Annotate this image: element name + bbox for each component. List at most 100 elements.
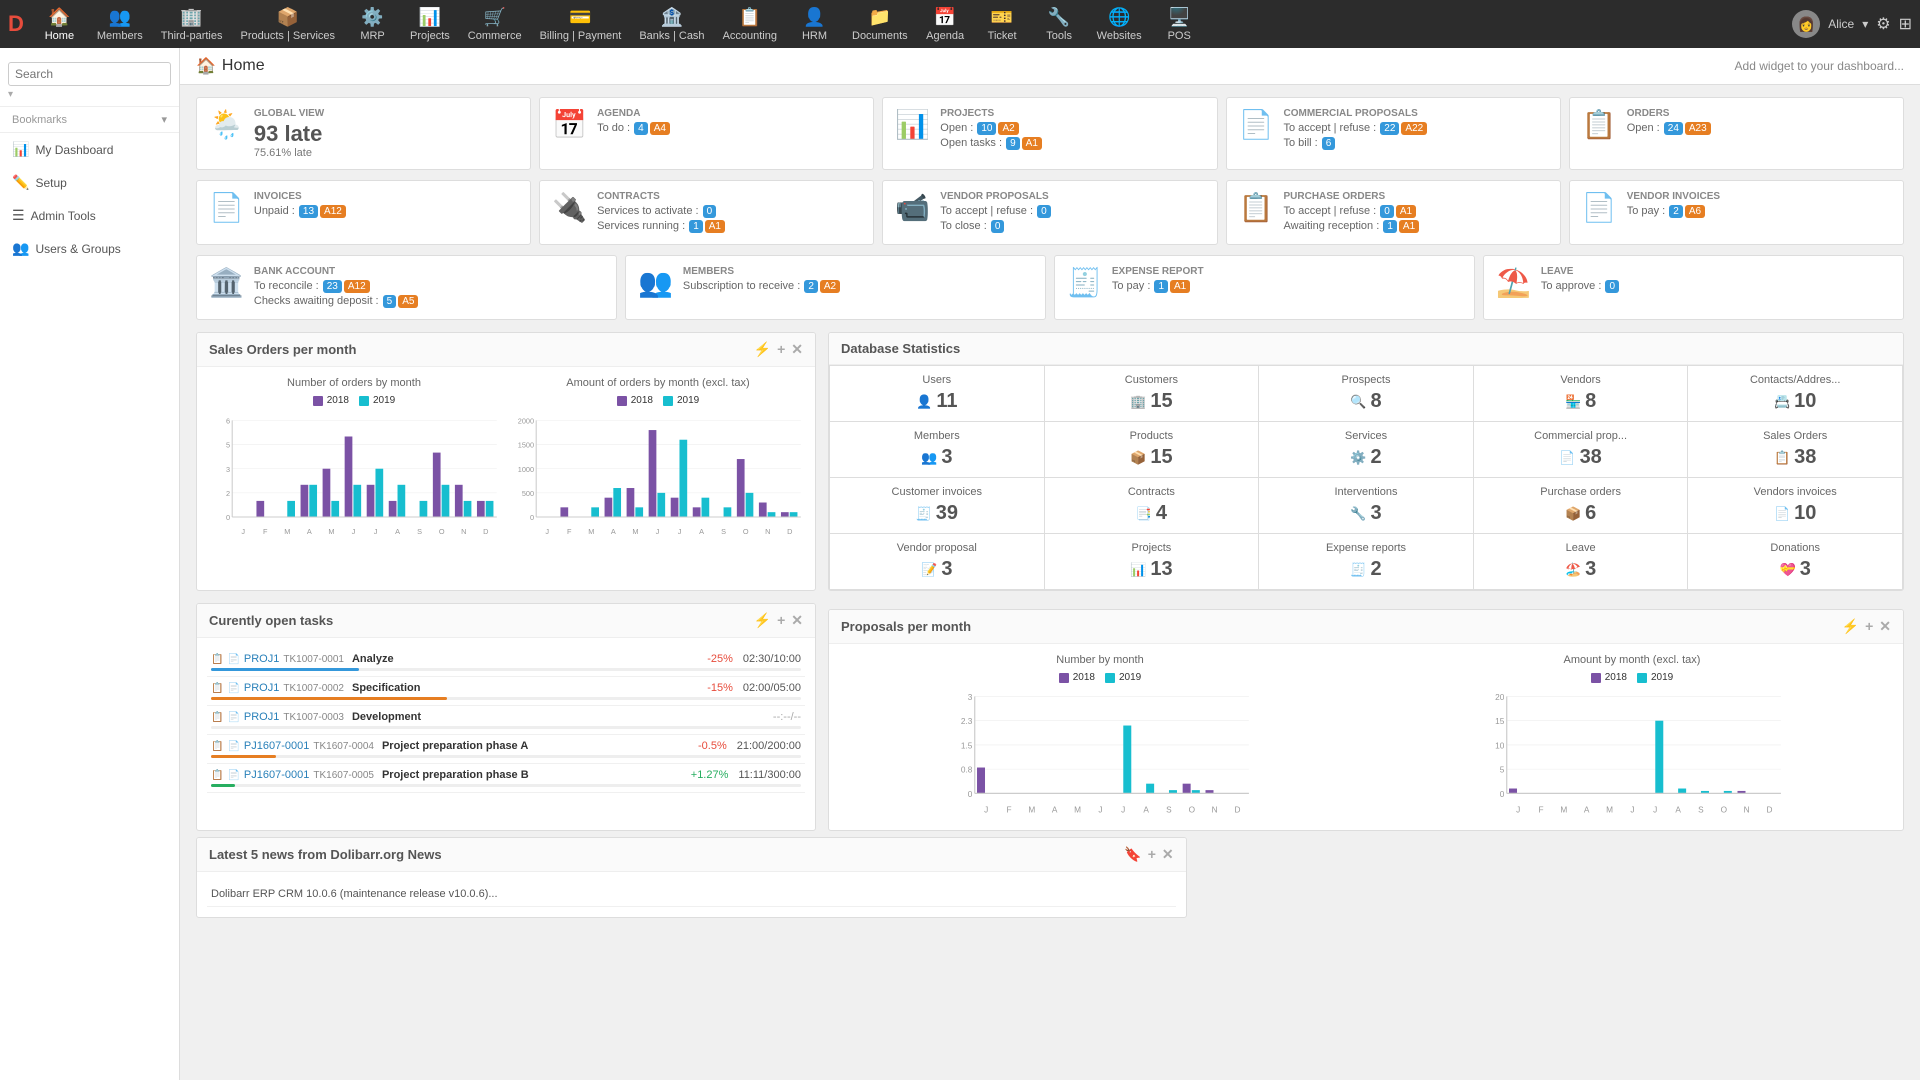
task-id[interactable]: TK1007-0002 — [283, 683, 344, 694]
sidebar-item-setup[interactable]: ✏️ Setup — [0, 166, 179, 199]
nav-mrp[interactable]: ⚙️ MRP — [345, 3, 400, 46]
nav-projects[interactable]: 📊 Projects — [402, 3, 458, 46]
nav-home[interactable]: 🏠 Home — [32, 3, 87, 46]
news-add-icon[interactable]: + — [1148, 846, 1156, 863]
nav-billing[interactable]: 💳 Billing | Payment — [532, 3, 630, 46]
user-dropdown-icon[interactable]: ▾ — [1862, 17, 1868, 31]
task-id[interactable]: TK1607-0005 — [313, 770, 374, 781]
db-stat-cell-customer-invoices[interactable]: Customer invoices🧾39 — [830, 478, 1044, 533]
widget-card-expense-report[interactable]: 🧾EXPENSE REPORTTo pay : 1A1 — [1054, 255, 1475, 320]
news-item-text: Dolibarr ERP CRM 10.0.6 (maintenance rel… — [211, 888, 498, 900]
db-stat-cell-sales-orders[interactable]: Sales Orders📋38 — [1688, 422, 1902, 477]
add-icon[interactable]: + — [777, 341, 785, 358]
task-id[interactable]: TK1007-0003 — [283, 712, 344, 723]
search-input[interactable] — [8, 62, 171, 86]
db-stat-cell-vendors-invoices[interactable]: Vendors invoices📄10 — [1688, 478, 1902, 533]
task-id[interactable]: TK1007-0001 — [283, 654, 344, 665]
nav-accounting[interactable]: 📋 Accounting — [715, 3, 785, 46]
nav-thirdparties[interactable]: 🏢 Third-parties — [153, 3, 231, 46]
task-project[interactable]: PROJ1 — [244, 682, 279, 694]
news-bookmark-icon[interactable]: 🔖 — [1124, 846, 1141, 863]
bookmarks-section[interactable]: Bookmarks ▾ — [0, 107, 179, 133]
search-dropdown-icon[interactable]: ▾ — [8, 89, 13, 100]
task-row[interactable]: 📋📄PJ1607-0001 TK1607-0004Project prepara… — [207, 735, 805, 764]
task-id[interactable]: TK1607-0004 — [313, 741, 374, 752]
db-stat-cell-vendor-proposal[interactable]: Vendor proposal📝3 — [830, 534, 1044, 589]
home-icon: 🏠 — [48, 7, 70, 28]
nav-ticket[interactable]: 🎫 Ticket — [975, 3, 1030, 46]
task-project[interactable]: PJ1607-0001 — [244, 769, 309, 781]
widget-card-invoices[interactable]: 📄INVOICESUnpaid : 13A12 — [196, 180, 531, 245]
proposals-close-icon[interactable]: ✕ — [1879, 618, 1891, 635]
db-stat-cell-services[interactable]: Services⚙️2 — [1259, 422, 1473, 477]
db-stat-cell-expense-reports[interactable]: Expense reports🧾2 — [1259, 534, 1473, 589]
proposals-filter-icon[interactable]: ⚡ — [1842, 618, 1859, 635]
nav-commerce[interactable]: 🛒 Commerce — [460, 3, 530, 46]
db-stat-cell-interventions[interactable]: Interventions🔧3 — [1259, 478, 1473, 533]
extra-icon[interactable]: ⊞ — [1899, 14, 1912, 34]
widget-card-purchase-orders[interactable]: 📋PURCHASE ORDERSTo accept | refuse : 0A1… — [1226, 180, 1561, 245]
user-name[interactable]: Alice — [1828, 17, 1854, 31]
task-project[interactable]: PROJ1 — [244, 711, 279, 723]
widget-card-vendor-invoices[interactable]: 📄VENDOR INVOICESTo pay : 2A6 — [1569, 180, 1904, 245]
nav-pos[interactable]: 🖥️ POS — [1152, 3, 1207, 46]
nav-banks[interactable]: 🏦 Banks | Cash — [631, 3, 712, 46]
sidebar-item-users[interactable]: 👥 Users & Groups — [0, 232, 179, 265]
settings-icon[interactable]: ⚙ — [1876, 14, 1890, 34]
db-stat-cell-purchase-orders[interactable]: Purchase orders📦6 — [1474, 478, 1688, 533]
db-stat-cell-contacts/addres...[interactable]: Contacts/Addres...📇10 — [1688, 366, 1902, 421]
db-stat-cell-donations[interactable]: Donations💝3 — [1688, 534, 1902, 589]
nav-documents[interactable]: 📁 Documents — [844, 3, 916, 46]
task-row[interactable]: 📋📄PROJ1 TK1007-0001Analyze-25%02:30/10:0… — [207, 648, 805, 677]
widget-card-commercial-proposals[interactable]: 📄COMMERCIAL PROPOSALSTo accept | refuse … — [1226, 97, 1561, 170]
widget-line: Open : 10A2 — [940, 121, 1204, 136]
nav-products[interactable]: 📦 Products | Services — [232, 3, 343, 46]
nav-websites[interactable]: 🌐 Websites — [1089, 3, 1150, 46]
sidebar-item-admin[interactable]: ☰ Admin Tools — [0, 199, 179, 232]
task-row[interactable]: 📋📄PROJ1 TK1007-0002Specification-15%02:0… — [207, 677, 805, 706]
close-icon[interactable]: ✕ — [791, 341, 803, 358]
db-stat-cell-vendors[interactable]: Vendors🏪8 — [1474, 366, 1688, 421]
sidebar-item-dashboard[interactable]: 📊 My Dashboard — [0, 133, 179, 166]
widget-card-vendor-proposals[interactable]: 📹VENDOR PROPOSALSTo accept | refuse : 0T… — [882, 180, 1217, 245]
nav-agenda[interactable]: 📅 Agenda — [918, 3, 973, 46]
task-project[interactable]: PROJ1 — [244, 653, 279, 665]
widget-card-projects[interactable]: 📊PROJECTSOpen : 10A2Open tasks : 9A1 — [882, 97, 1217, 170]
tasks-close-icon[interactable]: ✕ — [791, 612, 803, 629]
db-stat-cell-leave[interactable]: Leave🏖️3 — [1474, 534, 1688, 589]
filter-icon[interactable]: ⚡ — [754, 341, 771, 358]
news-item[interactable]: Dolibarr ERP CRM 10.0.6 (maintenance rel… — [207, 882, 1176, 907]
nav-hrm[interactable]: 👤 HRM — [787, 3, 842, 46]
task-percent: -15% — [707, 682, 733, 694]
widget-card-contracts[interactable]: 🔌CONTRACTSServices to activate : 0Servic… — [539, 180, 874, 245]
task-type-icon: 📋 — [211, 770, 223, 781]
svg-text:1500: 1500 — [518, 441, 534, 450]
db-stats-title: Database Statistics — [841, 341, 960, 356]
db-stat-cell-members[interactable]: Members👥3 — [830, 422, 1044, 477]
add-widget-button[interactable]: Add widget to your dashboard... — [1735, 59, 1904, 73]
widget-card-bank-account[interactable]: 🏛️BANK ACCOUNTTo reconcile : 23A12Checks… — [196, 255, 617, 320]
db-stat-cell-customers[interactable]: Customers🏢15 — [1045, 366, 1259, 421]
db-stat-cell-prospects[interactable]: Prospects🔍8 — [1259, 366, 1473, 421]
tasks-add-icon[interactable]: + — [777, 612, 785, 629]
widget-card-orders[interactable]: 📋ORDERSOpen : 24A23 — [1569, 97, 1904, 170]
db-stat-cell-projects[interactable]: Projects📊13 — [1045, 534, 1259, 589]
db-stat-cell-contracts[interactable]: Contracts📑4 — [1045, 478, 1259, 533]
widget-card-agenda[interactable]: 📅AGENDATo do : 4A4 — [539, 97, 874, 170]
task-row[interactable]: 📋📄PJ1607-0001 TK1607-0005Project prepara… — [207, 764, 805, 793]
task-project[interactable]: PJ1607-0001 — [244, 740, 309, 752]
logo[interactable]: D — [8, 11, 24, 37]
widget-card-global-view[interactable]: 🌦️GLOBAL VIEW93 late75.61% late — [196, 97, 531, 170]
news-close-icon[interactable]: ✕ — [1162, 846, 1174, 863]
nav-members[interactable]: 👥 Members — [89, 3, 151, 46]
widget-card-leave[interactable]: ⛱️LEAVETo approve : 0 — [1483, 255, 1904, 320]
breadcrumb-home-icon[interactable]: 🏠 — [196, 56, 216, 76]
task-row[interactable]: 📋📄PROJ1 TK1007-0003Development--:--/-- — [207, 706, 805, 735]
widget-card-members[interactable]: 👥MEMBERSSubscription to receive : 2A2 — [625, 255, 1046, 320]
proposals-add-icon[interactable]: + — [1865, 618, 1873, 635]
db-stat-cell-products[interactable]: Products📦15 — [1045, 422, 1259, 477]
nav-tools[interactable]: 🔧 Tools — [1032, 3, 1087, 46]
db-stat-cell-commercial-prop...[interactable]: Commercial prop...📄38 — [1474, 422, 1688, 477]
db-stat-cell-users[interactable]: Users👤11 — [830, 366, 1044, 421]
tasks-filter-icon[interactable]: ⚡ — [754, 612, 771, 629]
